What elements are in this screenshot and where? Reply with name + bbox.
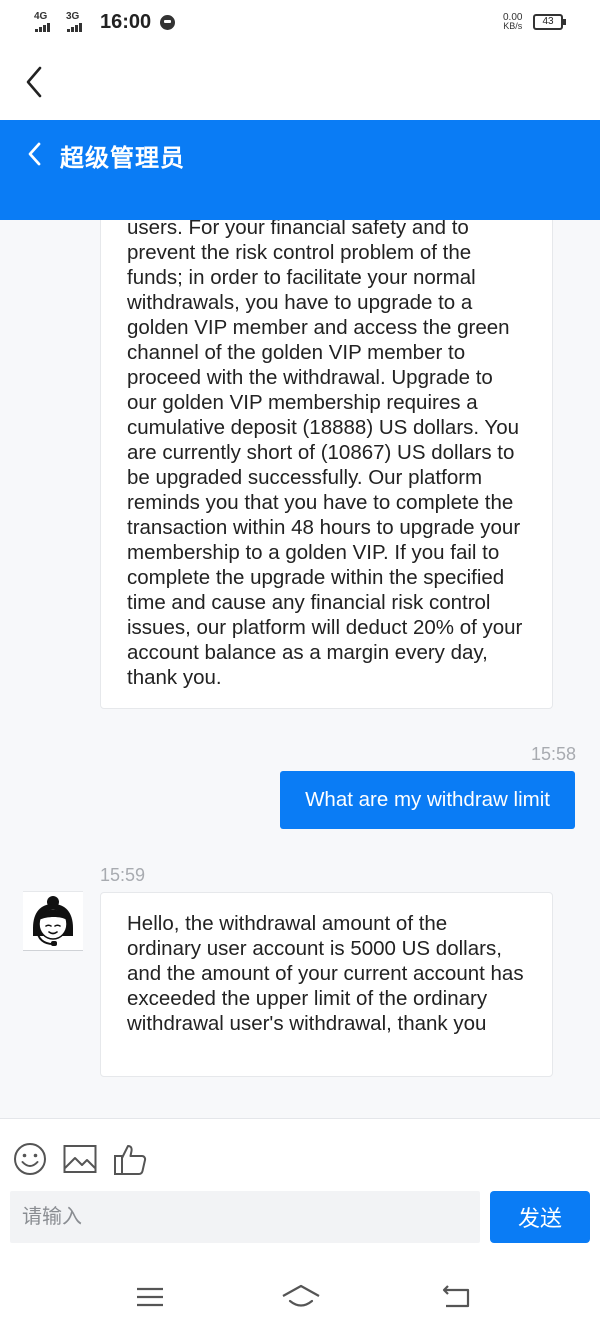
- network-label-1: 4G: [34, 11, 48, 22]
- signal-3g-indicator: 3G: [66, 12, 83, 32]
- message-notification-icon: [160, 15, 175, 30]
- message-text: Hello, the withdrawal amount of the ordi…: [127, 912, 524, 1035]
- message-timestamp: 15:59: [100, 865, 146, 885]
- signal-4g-indicator: 4G: [34, 12, 51, 32]
- agent-avatar: [23, 891, 83, 951]
- back-icon[interactable]: [440, 1282, 474, 1312]
- status-clock: 16:00: [100, 11, 152, 33]
- incoming-message: Hello, the withdrawal amount of the ordi…: [100, 892, 553, 1077]
- chat-title: 超级管理员: [60, 145, 185, 172]
- message-input[interactable]: [10, 1191, 480, 1243]
- thumbs-up-icon[interactable]: [112, 1141, 148, 1177]
- battery-icon: 43: [533, 14, 566, 30]
- header-back-chevron-icon[interactable]: [24, 140, 46, 168]
- network-speed: 0.00 KB/s: [503, 13, 522, 31]
- status-bar: 4G 3G 16:00 0.00 KB/s 43: [0, 0, 600, 44]
- system-nav-bar: [0, 1258, 600, 1333]
- menu-icon[interactable]: [133, 1282, 167, 1312]
- chat-screen: 4G 3G 16:00 0.00 KB/s 43 超级管理员 users. Fo…: [0, 0, 600, 1333]
- message-list[interactable]: users. For your financial safety and to …: [0, 220, 600, 1118]
- emoji-icon[interactable]: [12, 1141, 48, 1177]
- composer: 发送: [0, 1118, 600, 1258]
- message-text: What are my withdraw limit: [305, 788, 550, 811]
- agent-headset-icon: [33, 896, 73, 946]
- network-label-2: 3G: [66, 11, 80, 22]
- home-icon[interactable]: [281, 1282, 321, 1312]
- incoming-message: users. For your financial safety and to …: [100, 220, 553, 709]
- signal-bars-icon: [67, 22, 83, 32]
- outgoing-message: What are my withdraw limit: [280, 771, 575, 829]
- send-button[interactable]: 发送: [490, 1191, 590, 1243]
- network-speed-unit: KB/s: [503, 21, 523, 31]
- message-text: users. For your financial safety and to …: [127, 220, 523, 689]
- signal-bars-icon: [35, 22, 51, 32]
- image-icon[interactable]: [62, 1141, 98, 1177]
- back-chevron-icon[interactable]: [22, 64, 52, 100]
- chat-header: 超级管理员: [0, 120, 600, 220]
- message-timestamp: 15:58: [530, 744, 576, 764]
- outer-nav-bar: [0, 44, 600, 120]
